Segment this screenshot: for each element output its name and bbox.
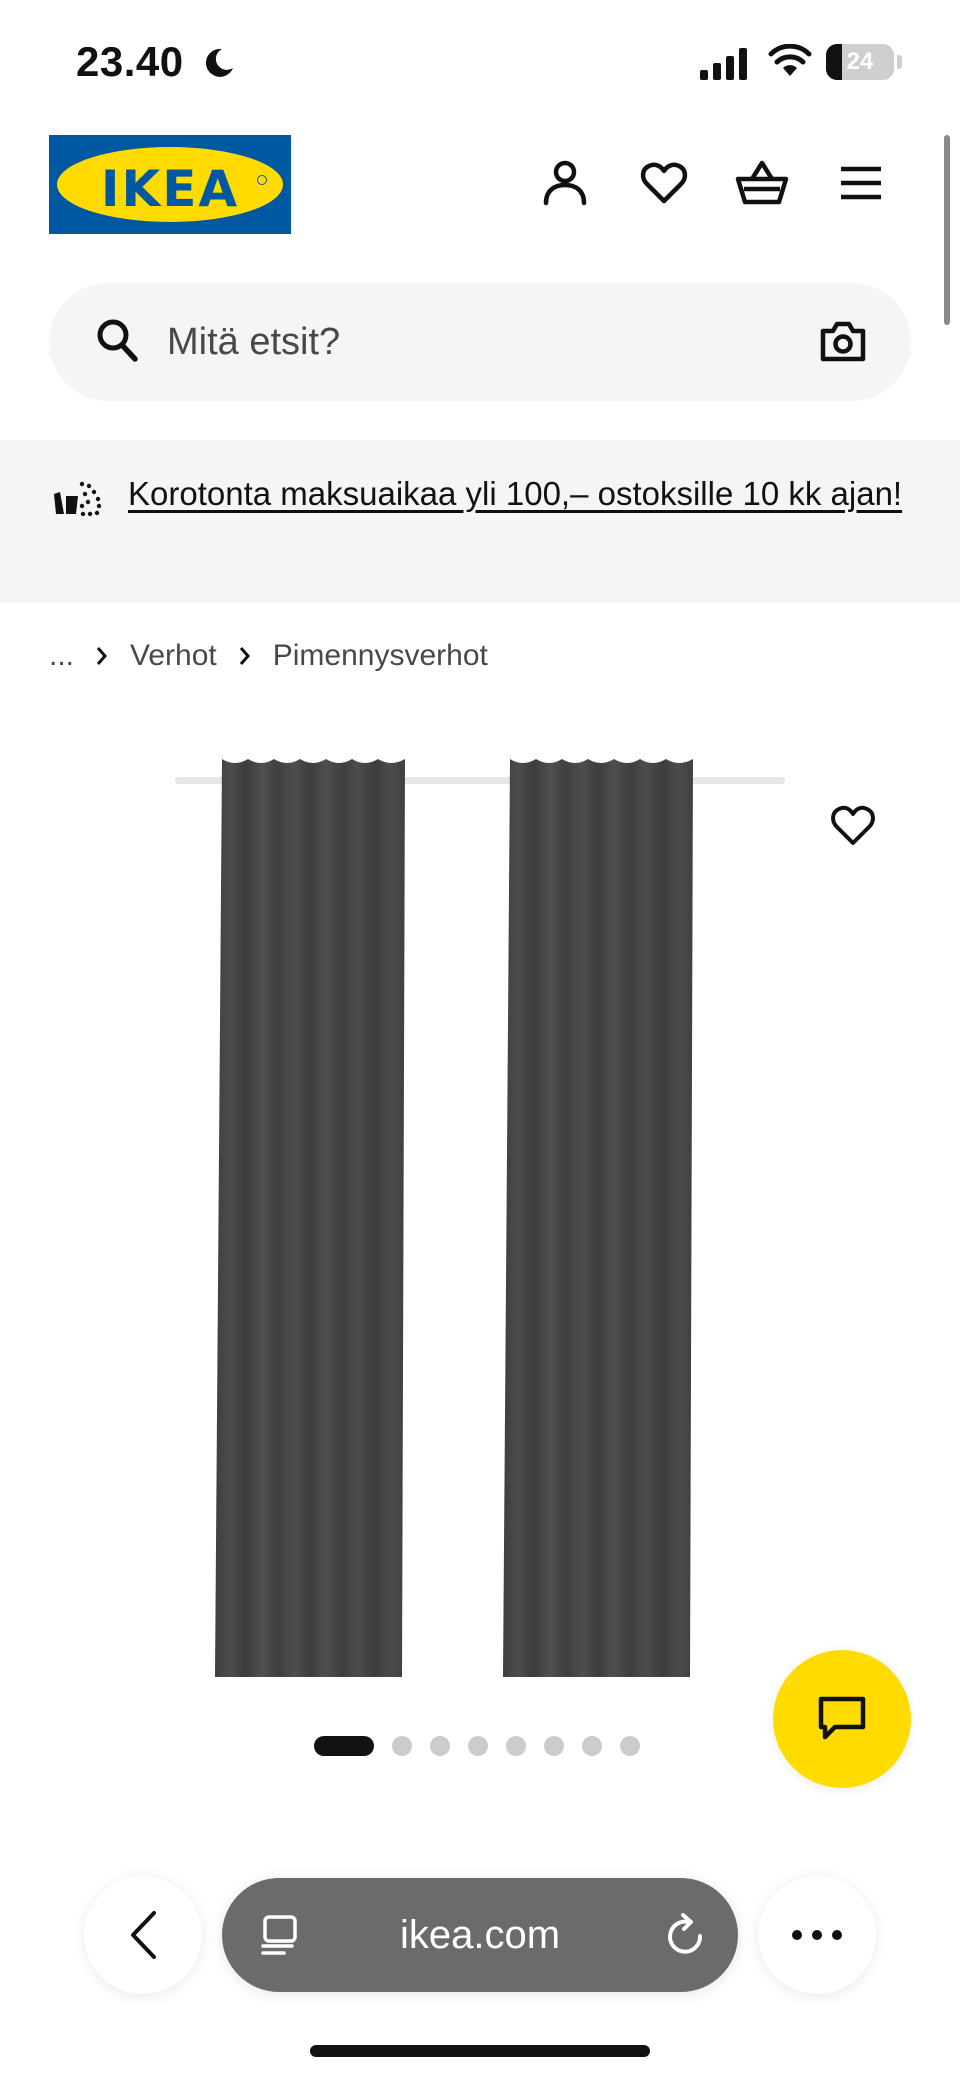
chat-bubble-icon — [818, 1696, 866, 1740]
chevron-left-icon — [131, 1911, 156, 1959]
chevron-right-icon — [96, 647, 108, 665]
carousel-dot[interactable] — [314, 1736, 374, 1756]
carousel-dot[interactable] — [392, 1736, 412, 1756]
logo-text: IKEA — [100, 160, 240, 218]
carousel-dot[interactable] — [620, 1736, 640, 1756]
battery-icon: 24 — [826, 44, 894, 80]
wifi-icon — [768, 44, 812, 76]
carousel-dot[interactable] — [430, 1736, 450, 1756]
breadcrumb-item-pimennysverhot[interactable]: Pimennysverhot — [273, 639, 488, 673]
carousel-dot[interactable] — [468, 1736, 488, 1756]
back-button[interactable] — [84, 1876, 202, 1994]
carousel-dot[interactable] — [506, 1736, 526, 1756]
battery-nub — [897, 55, 902, 69]
payment-installment-icon — [54, 481, 102, 517]
camera-icon[interactable] — [819, 319, 867, 363]
user-icon[interactable] — [535, 150, 595, 216]
more-button[interactable] — [758, 1876, 876, 1994]
curtain-panel-left — [215, 759, 405, 1677]
carousel-dot[interactable] — [544, 1736, 564, 1756]
reload-icon[interactable] — [664, 1912, 708, 1958]
heart-icon[interactable] — [634, 150, 694, 216]
home-indicator — [310, 2045, 650, 2057]
chat-button[interactable] — [773, 1650, 911, 1788]
ikea-logo[interactable]: IKEA — [49, 135, 291, 234]
promo-link[interactable]: Korotonta maksuaikaa yli 100,– ostoksill… — [128, 468, 908, 520]
battery-percent: 24 — [846, 48, 874, 75]
promo-banner: Korotonta maksuaikaa yli 100,– ostoksill… — [0, 440, 960, 603]
basket-icon[interactable] — [732, 150, 792, 216]
url-text: ikea.com — [399, 1913, 561, 1957]
address-bar[interactable]: ikea.com — [222, 1878, 738, 1992]
breadcrumb-ellipsis[interactable]: ... — [49, 639, 74, 673]
breadcrumb: ... Verhot Pimennysverhot — [49, 636, 488, 676]
status-bar: 23.40 24 — [0, 0, 960, 120]
search-icon — [97, 319, 138, 362]
breadcrumb-item-verhot[interactable]: Verhot — [130, 639, 217, 673]
browser-toolbar: ikea.com — [0, 1860, 960, 2078]
search-bar[interactable] — [49, 283, 911, 401]
curtain-panel-right — [503, 759, 693, 1677]
status-time: 23.40 — [76, 38, 184, 85]
scrollbar-thumb[interactable] — [944, 135, 950, 325]
chevron-right-icon — [239, 647, 250, 665]
search-input[interactable] — [167, 283, 767, 401]
registered-mark — [257, 175, 267, 185]
carousel-dot[interactable] — [582, 1736, 602, 1756]
product-image[interactable] — [160, 745, 800, 1685]
cellular-signal-icon — [700, 48, 747, 80]
moon-icon — [205, 48, 233, 77]
more-icon — [792, 1930, 842, 1940]
logo-oval: IKEA — [57, 147, 283, 222]
menu-icon[interactable] — [831, 150, 891, 216]
add-to-favourites-icon[interactable] — [830, 805, 876, 847]
